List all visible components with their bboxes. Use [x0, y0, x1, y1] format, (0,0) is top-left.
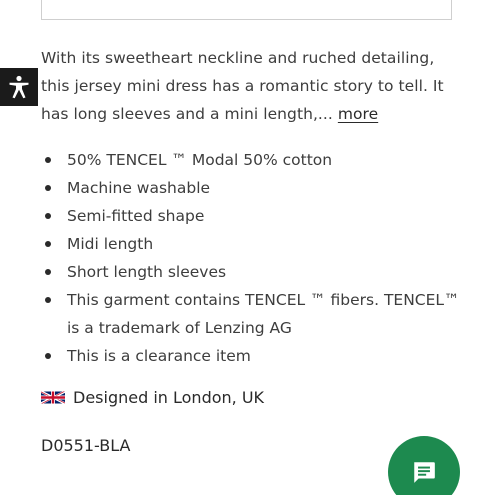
list-item: Machine washable: [41, 174, 461, 202]
list-item: Short length sleeves: [41, 258, 461, 286]
chat-button[interactable]: [388, 436, 460, 495]
bullet-icon: [45, 157, 51, 163]
list-item: This garment contains TENCEL ™ fibers. T…: [41, 286, 461, 342]
bullet-icon: [45, 269, 51, 275]
select-box[interactable]: [41, 0, 452, 20]
bullet-icon: [45, 241, 51, 247]
list-item: This is a clearance item: [41, 342, 461, 370]
feature-list: 50% TENCEL ™ Modal 50% cotton Machine wa…: [41, 146, 461, 370]
accessibility-button[interactable]: [0, 68, 38, 106]
bullet-icon: [45, 213, 51, 219]
bullet-icon: [45, 353, 51, 359]
designed-in-label: Designed in London, UK: [73, 388, 265, 407]
list-item: 50% TENCEL ™ Modal 50% cotton: [41, 146, 461, 174]
product-description: With its sweetheart neckline and ruched …: [41, 44, 461, 128]
chat-icon: [414, 462, 435, 483]
bullet-icon: [45, 297, 51, 303]
list-item: Midi length: [41, 230, 461, 258]
description-text: With its sweetheart neckline and ruched …: [41, 49, 444, 123]
product-sku: D0551-BLA: [41, 436, 131, 455]
accessibility-icon: [9, 75, 29, 99]
list-item: Semi-fitted shape: [41, 202, 461, 230]
more-link[interactable]: more: [338, 105, 378, 123]
uk-flag-icon: [41, 391, 65, 404]
product-details-page: With its sweetheart neckline and ruched …: [0, 0, 495, 495]
designed-in: Designed in London, UK: [41, 388, 264, 407]
bullet-icon: [45, 185, 51, 191]
